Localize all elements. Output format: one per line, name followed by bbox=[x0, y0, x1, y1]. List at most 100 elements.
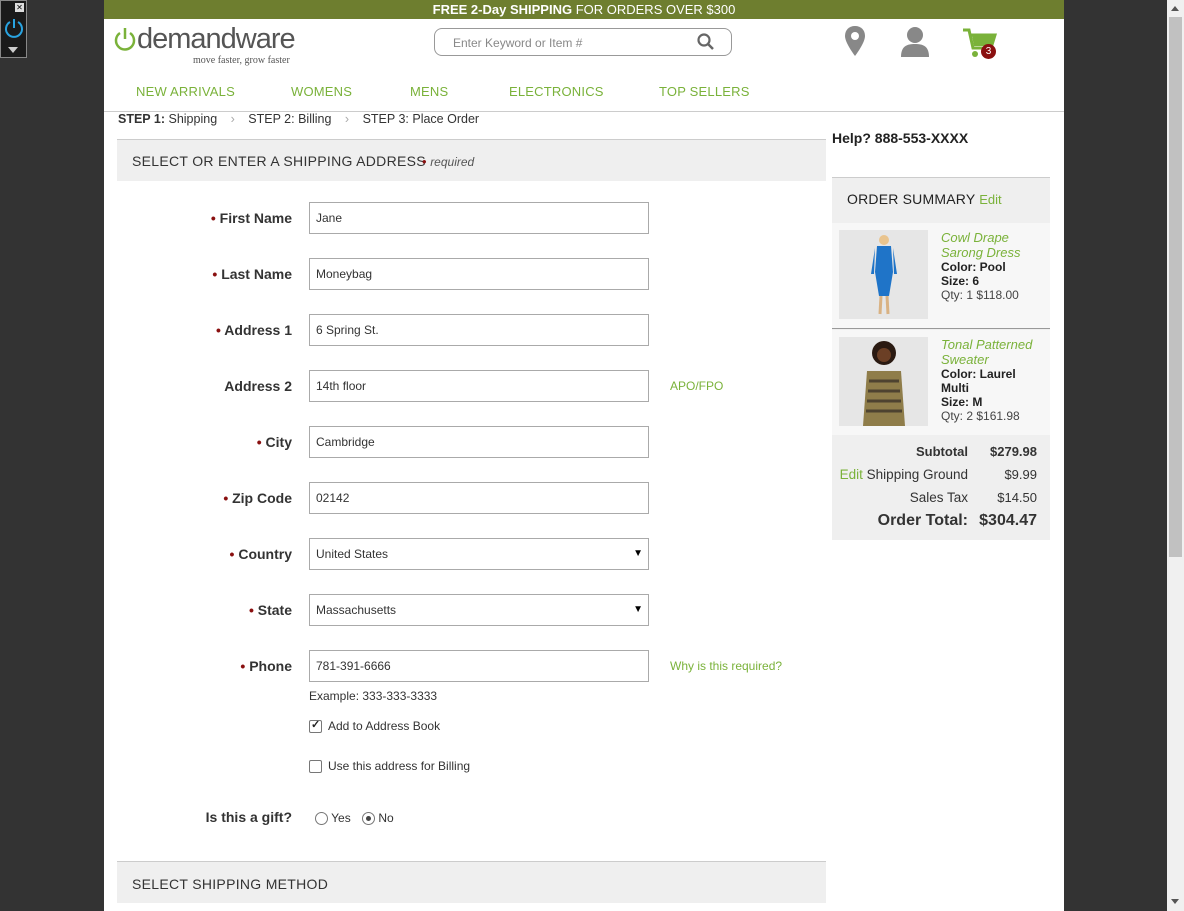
subtotal-value: $279.98 bbox=[990, 444, 1037, 459]
power-logo-icon bbox=[114, 28, 136, 51]
add-to-address-book[interactable]: Add to Address Book bbox=[309, 718, 441, 733]
required-note: required bbox=[430, 155, 475, 169]
phone-example: Example: 333-333-3333 bbox=[309, 689, 438, 703]
product-image[interactable] bbox=[839, 230, 928, 319]
zip-row: • Zip Code 02142 bbox=[104, 482, 824, 514]
phone-field[interactable]: 781-391-6666 bbox=[309, 650, 649, 682]
shipping-edit-link[interactable]: Edit bbox=[840, 467, 863, 482]
order-summary-edit-link[interactable]: Edit bbox=[979, 192, 1001, 207]
step-2[interactable]: STEP 2: Billing bbox=[248, 112, 331, 126]
use-for-billing-checkbox[interactable] bbox=[309, 759, 322, 773]
first-name-label: First Name bbox=[219, 210, 292, 226]
scroll-up-icon[interactable] bbox=[1171, 6, 1179, 11]
logo-text: demandware bbox=[137, 23, 296, 55]
why-required-link[interactable]: Why is this required? bbox=[670, 659, 782, 673]
gift-row: Is this a gift? Yes No bbox=[104, 807, 824, 839]
order-total-value: $304.47 bbox=[979, 512, 1037, 529]
state-select[interactable]: Massachusetts bbox=[309, 594, 649, 626]
country-select[interactable]: United States bbox=[309, 538, 649, 570]
shipping-address-header: SELECT OR ENTER A SHIPPING ADDRESS • req… bbox=[117, 139, 826, 181]
scroll-down-icon[interactable] bbox=[1171, 899, 1179, 904]
gift-label: Is this a gift? bbox=[205, 809, 292, 825]
chevron-right-icon: › bbox=[230, 112, 235, 126]
item-qty-price: Qty: 2 $161.98 bbox=[941, 409, 1020, 423]
header: demandware move faster, grow faster 3 bbox=[104, 19, 1064, 71]
city-row: • City Cambridge bbox=[104, 426, 824, 458]
nav-mens[interactable]: MENS bbox=[410, 84, 448, 99]
item-name-link[interactable]: Tonal Patterned Sweater bbox=[941, 337, 1046, 367]
summary-item: Tonal Patterned Sweater Color: Laurel Mu… bbox=[832, 330, 1050, 435]
address2-label: Address 2 bbox=[224, 378, 292, 394]
last-name-field[interactable]: Moneybag bbox=[309, 258, 649, 290]
phone-label: Phone bbox=[249, 658, 292, 674]
scrollbar[interactable] bbox=[1167, 0, 1184, 911]
gift-no-label: No bbox=[378, 811, 394, 825]
main-nav: NEW ARRIVALS WOMENS MENS ELECTRONICS TOP… bbox=[104, 71, 1064, 112]
address2-row: Address 2 14th floor APO/FPO bbox=[104, 370, 824, 402]
search-icon[interactable] bbox=[697, 33, 715, 51]
item-size: Size: 6 bbox=[941, 274, 980, 288]
close-icon[interactable]: ✕ bbox=[15, 3, 24, 12]
page: FREE 2-Day SHIPPING FOR ORDERS OVER $300… bbox=[104, 0, 1064, 911]
zip-label: Zip Code bbox=[232, 490, 292, 506]
gift-no-radio[interactable] bbox=[362, 812, 376, 826]
apo-fpo-link[interactable]: APO/FPO bbox=[670, 379, 723, 393]
scrollbar-thumb[interactable] bbox=[1169, 17, 1182, 557]
cart-count-badge: 3 bbox=[981, 44, 996, 59]
help-phone: Help? 888-553-XXXX bbox=[832, 130, 969, 146]
item-size: Size: M bbox=[941, 395, 983, 409]
logo[interactable]: demandware move faster, grow faster bbox=[113, 23, 296, 66]
tax-label: Sales Tax bbox=[909, 490, 968, 505]
item-color: Color: Pool bbox=[941, 260, 1006, 274]
item-color: Color: Laurel Multi bbox=[941, 367, 1016, 395]
country-row: • Country United States bbox=[104, 538, 824, 570]
location-icon[interactable] bbox=[844, 25, 866, 57]
last-name-label: Last Name bbox=[221, 266, 292, 282]
power-icon[interactable] bbox=[3, 17, 25, 39]
address1-label: Address 1 bbox=[224, 322, 292, 338]
checkout-steps: STEP 1: Shipping › STEP 2: Billing › STE… bbox=[118, 112, 479, 126]
order-summary-title: ORDER SUMMARY bbox=[847, 191, 976, 207]
add-to-address-book-label: Add to Address Book bbox=[328, 719, 441, 733]
address1-field[interactable]: 6 Spring St. bbox=[309, 314, 649, 346]
nav-top-sellers[interactable]: TOP SELLERS bbox=[659, 84, 750, 99]
first-name-field[interactable]: Jane bbox=[309, 202, 649, 234]
promo-banner: FREE 2-Day SHIPPING FOR ORDERS OVER $300 bbox=[104, 0, 1064, 19]
logo-tagline: move faster, grow faster bbox=[193, 55, 290, 66]
use-for-billing-label: Use this address for Billing bbox=[328, 759, 471, 773]
subtotal-label: Subtotal bbox=[916, 444, 968, 459]
shipping-method-header: SELECT SHIPPING METHOD bbox=[117, 861, 826, 903]
item-qty-price: Qty: 1 $118.00 bbox=[941, 288, 1019, 302]
zip-field[interactable]: 02142 bbox=[309, 482, 649, 514]
step-3[interactable]: STEP 3: Place Order bbox=[363, 112, 480, 126]
city-label: City bbox=[265, 434, 292, 450]
nav-electronics[interactable]: ELECTRONICS bbox=[509, 84, 604, 99]
first-name-row: • First Name Jane bbox=[104, 202, 824, 234]
country-label: Country bbox=[238, 546, 292, 562]
order-total-label: Order Total: bbox=[877, 512, 968, 529]
last-name-row: • Last Name Moneybag bbox=[104, 258, 824, 290]
step-1: STEP 1: Shipping bbox=[118, 112, 217, 126]
chevron-down-icon[interactable] bbox=[8, 47, 18, 53]
address1-row: • Address 1 6 Spring St. bbox=[104, 314, 824, 346]
search-input[interactable] bbox=[451, 35, 685, 51]
city-field[interactable]: Cambridge bbox=[309, 426, 649, 458]
search-box[interactable] bbox=[434, 28, 732, 56]
add-to-address-book-checkbox[interactable] bbox=[309, 718, 322, 733]
address2-field[interactable]: 14th floor bbox=[309, 370, 649, 402]
state-label: State bbox=[257, 602, 292, 618]
divider bbox=[832, 328, 1050, 329]
promo-text: FOR ORDERS OVER $300 bbox=[572, 2, 736, 17]
user-icon[interactable] bbox=[900, 26, 930, 58]
item-name-link[interactable]: Cowl Drape Sarong Dress bbox=[941, 230, 1046, 260]
promo-bold: FREE 2-Day SHIPPING bbox=[432, 2, 573, 17]
use-for-billing[interactable]: Use this address for Billing bbox=[309, 759, 470, 773]
product-image[interactable] bbox=[839, 337, 928, 426]
chevron-right-icon: › bbox=[344, 112, 350, 126]
nav-new-arrivals[interactable]: NEW ARRIVALS bbox=[136, 84, 235, 99]
power-widget[interactable]: ✕ bbox=[0, 0, 27, 58]
nav-womens[interactable]: WOMENS bbox=[291, 84, 352, 99]
shipping-value: $9.99 bbox=[1004, 467, 1037, 482]
tax-value: $14.50 bbox=[997, 490, 1037, 505]
gift-yes-radio[interactable] bbox=[315, 812, 328, 826]
